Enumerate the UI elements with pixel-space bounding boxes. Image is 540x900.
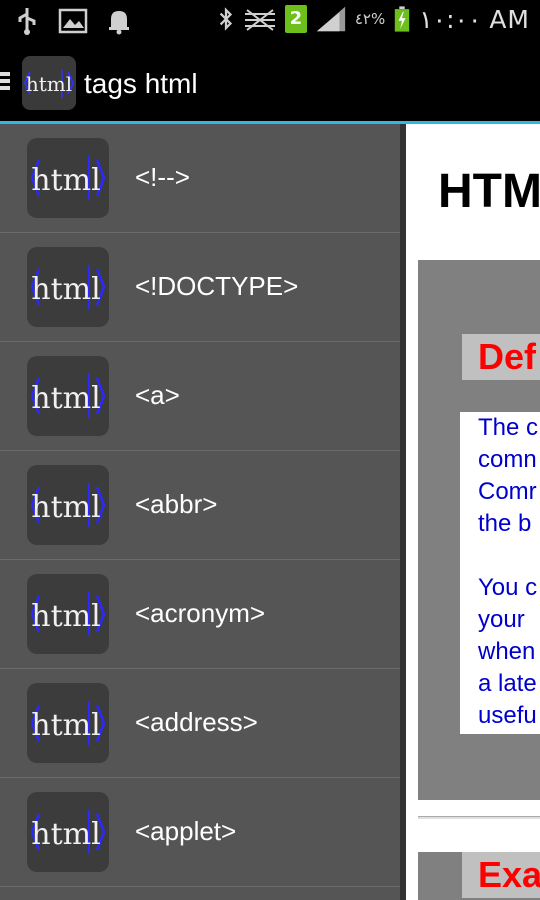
drawer-item-label: <!DOCTYPE> (135, 271, 299, 301)
html-logo-icon: html (27, 356, 109, 436)
status-bar-notifications (14, 6, 132, 36)
icon-text: html (31, 599, 100, 634)
icon-text: html (31, 272, 100, 307)
drawer-item[interactable]: html <!DOCTYPE> (0, 233, 400, 342)
html-logo-icon: html (27, 683, 109, 763)
logo-text: html (26, 72, 72, 96)
definition-panel: Def The c comn Comr the b You c your whe… (418, 260, 540, 800)
html-logo-icon: html (27, 574, 109, 654)
drawer-item-label: <address> (135, 707, 258, 737)
clock: ١٠:٠٠ AM (419, 4, 530, 34)
image-icon (58, 8, 88, 34)
usb-icon (18, 8, 36, 35)
drawer-item-label: <!--> (135, 162, 190, 192)
html-logo-icon: html (27, 465, 109, 545)
definition-line: Comr (478, 478, 537, 505)
definition-line: the b (478, 510, 532, 537)
html-logo-icon: html (27, 138, 109, 218)
bluetooth-icon (219, 7, 232, 31)
definition-line: a late (478, 670, 537, 697)
drawer-item-label: <applet> (135, 816, 237, 846)
icon-text: html (31, 490, 100, 525)
drawer-item[interactable]: html <abbr> (0, 451, 400, 560)
status-bar: 2 ٤٢% ١٠:٠٠ AM (0, 0, 540, 44)
battery-charging-icon (395, 6, 410, 32)
definition-text: The c comn Comr the b You c your when a … (460, 412, 540, 734)
page-heading: HTM (438, 165, 540, 218)
icon-text: html (31, 708, 100, 743)
status-bar-system: 2 ٤٢% ١٠:٠٠ AM (217, 4, 530, 34)
example-title-box: Exa (462, 852, 540, 898)
html-logo-icon: html (27, 792, 109, 872)
example-panel: Exa (418, 852, 540, 900)
example-title: Exa (478, 854, 540, 895)
drawer-item[interactable]: html <acronym> (0, 560, 400, 669)
notification-badge: 2 (284, 5, 307, 33)
action-bar: html tags html (0, 44, 540, 122)
drawer-item[interactable]: html <a> (0, 342, 400, 451)
no-signal-icon (244, 9, 275, 31)
navigation-drawer: html <!--> html <!DOCTYPE> html <a> html <abbr>… (0, 124, 404, 900)
menu-icon[interactable] (0, 72, 10, 94)
app-logo-icon[interactable]: html (22, 56, 76, 110)
html-logo-icon: html (27, 247, 109, 327)
icon-text: html (31, 163, 100, 198)
signal-icon (316, 6, 345, 32)
drawer-item-label: <acronym> (135, 598, 266, 628)
definition-title: Def (478, 336, 537, 377)
definition-line: comn (478, 446, 537, 473)
definition-line: usefu (478, 702, 537, 729)
drawer-item[interactable]: html <applet> (0, 778, 400, 887)
drawer-item[interactable]: html <!--> (0, 124, 400, 233)
drawer-shadow (400, 124, 406, 900)
definition-title-box: Def (462, 334, 540, 380)
drawer-item-label: <abbr> (135, 489, 218, 519)
definition-line: when (478, 638, 536, 665)
battery-percent: ٤٢% (354, 10, 386, 28)
notification-bell-icon (109, 11, 129, 35)
definition-line: your (478, 606, 525, 633)
html-logo-icon: html (23, 70, 75, 98)
icon-text: html (31, 817, 100, 852)
section-divider (418, 816, 540, 819)
drawer-item[interactable]: html <address> (0, 669, 400, 778)
drawer-item-label: <a> (135, 380, 180, 410)
app-title: tags html (84, 68, 198, 99)
definition-line: The c (478, 414, 539, 441)
icon-text: html (31, 381, 100, 416)
definition-line: You c (478, 574, 538, 601)
content-area: HTM Def The c comn Comr the b You c your… (406, 124, 540, 900)
